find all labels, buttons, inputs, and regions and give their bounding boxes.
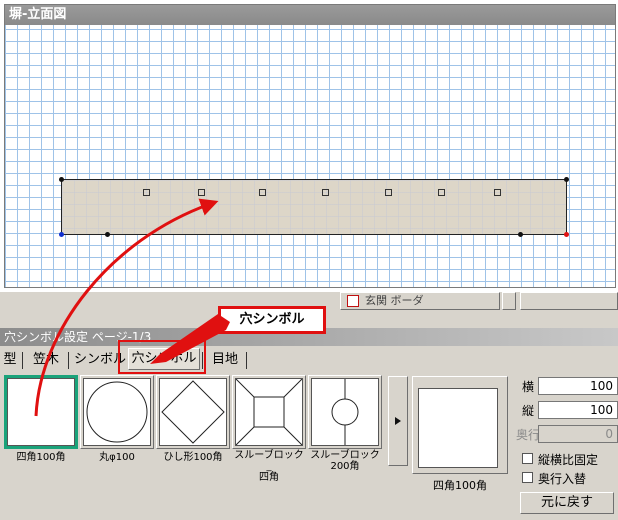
pointer-arrow <box>150 314 230 364</box>
annotation-arrows <box>34 198 230 417</box>
curved-arrow <box>34 198 219 417</box>
